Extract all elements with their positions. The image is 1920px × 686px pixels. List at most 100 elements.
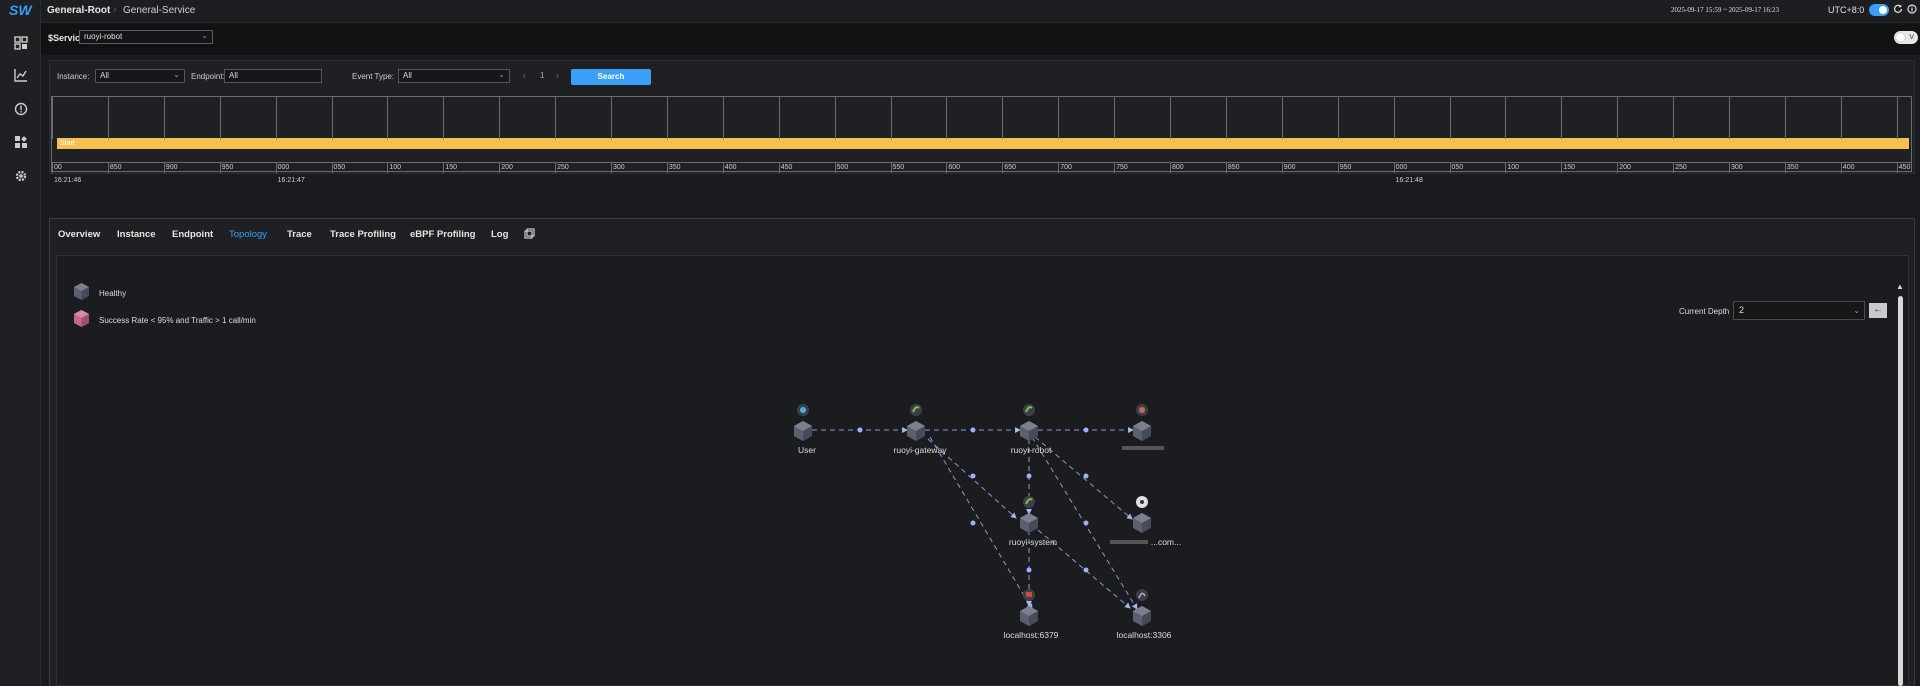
node-label-system: ruoyi-system	[1009, 537, 1057, 547]
edge-point[interactable]	[970, 473, 976, 479]
tab-overview[interactable]: Overview	[58, 229, 100, 240]
timeline-tick-label: 700	[1060, 164, 1072, 171]
info-icon[interactable]	[1907, 4, 1917, 17]
page-next-button[interactable]: ›	[556, 71, 559, 80]
service-select[interactable]: ruoyi-robot ⌄	[79, 30, 213, 44]
timeline-tick-label: 300	[613, 164, 625, 171]
edge-point[interactable]	[857, 427, 863, 433]
topology-graph[interactable]: User ruoyi-gateway ruoyi-robot ruoyi-sys…	[770, 390, 1210, 650]
timeline-tick-label: 050	[1451, 164, 1464, 171]
timeline-gridline	[1114, 97, 1116, 139]
back-arrow-button[interactable]: ←	[1869, 303, 1887, 318]
app-logo[interactable]: SW	[9, 2, 32, 18]
endpoint-input[interactable]: All	[224, 69, 322, 83]
copy-icon[interactable]	[524, 228, 535, 242]
timeline-gridline	[778, 97, 780, 139]
timeline-gridline	[666, 97, 668, 139]
node-ruoyi-system[interactable]: ruoyi-system	[1009, 496, 1057, 547]
edge-point[interactable]	[1083, 473, 1089, 479]
timeline-tick-label: 400	[724, 164, 737, 171]
edge-gateway-redis[interactable]	[929, 436, 1033, 610]
tab-endpoint[interactable]: Endpoint	[172, 229, 213, 240]
depth-label: Current Depth	[1679, 307, 1730, 316]
timeline-gridline	[1673, 97, 1675, 139]
timeline-tick	[163, 162, 165, 173]
depth-select-value: 2	[1739, 305, 1745, 315]
timeline-tick	[890, 162, 892, 173]
tab-instance[interactable]: Instance	[117, 229, 156, 240]
page-number[interactable]: 1	[540, 71, 544, 80]
tab-ebpf-profiling[interactable]: eBPF Profiling	[410, 229, 475, 240]
event-type-select[interactable]: All ⌄	[398, 69, 510, 83]
timeline-gridline	[1449, 97, 1451, 139]
node-mysql[interactable]: localhost:3306	[1117, 589, 1172, 640]
timezone-label[interactable]: UTC+8:0	[1828, 5, 1864, 15]
node-redis[interactable]: localhost:6379	[1004, 589, 1059, 640]
edge-midpoints	[857, 427, 1089, 573]
refresh-icon[interactable]	[1893, 4, 1903, 17]
top-bar: General-Root › General-Service 2025-09-1…	[41, 0, 1920, 23]
edge-point[interactable]	[970, 427, 976, 433]
tab-trace-profiling[interactable]: Trace Profiling	[330, 229, 396, 240]
timeline-gridline	[499, 97, 501, 139]
timeline-time-label: 16:21:48	[1395, 177, 1423, 184]
event-timeline[interactable]: Start 00 850 900 950 000 050 100 150 200 250 300 35…	[51, 96, 1912, 184]
tab-topology[interactable]: Topology	[229, 229, 267, 240]
endpoint-label: Endpoint:	[191, 72, 225, 81]
edge-point[interactable]	[1026, 567, 1032, 573]
timeline-tick	[1896, 162, 1898, 173]
edge-point[interactable]	[1083, 520, 1089, 526]
edge-point[interactable]	[1083, 567, 1089, 573]
timeline-gridline	[1337, 97, 1339, 139]
timeline-tick-label: 200	[1619, 164, 1631, 171]
scroll-up-icon[interactable]: ▲	[1896, 282, 1904, 291]
alert-icon[interactable]	[13, 102, 29, 118]
timeline-gridline	[1617, 97, 1619, 139]
timeline-gridline	[387, 97, 389, 139]
edge-point[interactable]	[970, 520, 976, 526]
timeline-gridline	[1170, 97, 1171, 139]
node-label-user: User	[798, 445, 816, 455]
mysql-icon	[1136, 589, 1148, 601]
blurred-label	[1122, 446, 1164, 450]
timeline-tick-label: 900	[1283, 164, 1296, 171]
timeline-event-bar[interactable]	[57, 138, 1909, 149]
breadcrumb-root[interactable]: General-Root	[47, 5, 110, 16]
event-type-label: Event Type:	[352, 72, 395, 81]
node-remote-service[interactable]: ...com...	[1110, 496, 1181, 547]
settings-icon[interactable]	[13, 169, 29, 185]
timeline-tick	[722, 162, 724, 173]
breadcrumb-separator: ›	[113, 4, 117, 15]
page-prev-button[interactable]: ‹	[523, 71, 526, 80]
timeline-gridline	[722, 97, 724, 139]
timeline-tick	[1840, 162, 1842, 173]
depth-select[interactable]: 2 ⌄	[1733, 301, 1865, 320]
breadcrumb-service[interactable]: General-Service	[123, 5, 195, 16]
dashboard-icon[interactable]	[13, 36, 29, 52]
time-range[interactable]: 2025-09-17 15:59 ~ 2025-09-17 16:23	[1671, 6, 1779, 14]
instance-select[interactable]: All ⌄	[95, 69, 185, 83]
auto-refresh-toggle[interactable]	[1869, 4, 1889, 16]
search-button[interactable]: Search	[571, 69, 651, 85]
timeline-tick	[778, 162, 780, 173]
timeline-tick-label: 900	[165, 164, 178, 171]
service-bar: $Service ruoyi-robot ⌄ V	[41, 23, 1920, 55]
chart-icon[interactable]	[13, 68, 29, 84]
tab-trace[interactable]: Trace	[287, 229, 312, 240]
scrollbar[interactable]: ▲	[1896, 278, 1904, 686]
node-label-redis: localhost:6379	[1004, 630, 1059, 640]
spring-icon	[1023, 496, 1035, 508]
scroll-thumb[interactable]	[1898, 296, 1903, 686]
view-toggle[interactable]: V	[1894, 31, 1918, 44]
timeline-tick-label: 950	[1339, 164, 1352, 171]
edge-point[interactable]	[1026, 473, 1032, 479]
timeline-tick-label: 000	[277, 164, 290, 171]
widgets-icon[interactable]	[13, 135, 29, 151]
node-ruoyi-gateway[interactable]: ruoyi-gateway	[894, 404, 948, 455]
node-http-service[interactable]	[1122, 404, 1164, 450]
node-label-robot: ruoyi-robot	[1011, 445, 1052, 455]
edge-point[interactable]	[1083, 427, 1089, 433]
timeline-event-label: Start	[60, 140, 75, 147]
tab-log[interactable]: Log	[491, 229, 508, 240]
timeline-tick-label: 350	[1786, 164, 1799, 171]
